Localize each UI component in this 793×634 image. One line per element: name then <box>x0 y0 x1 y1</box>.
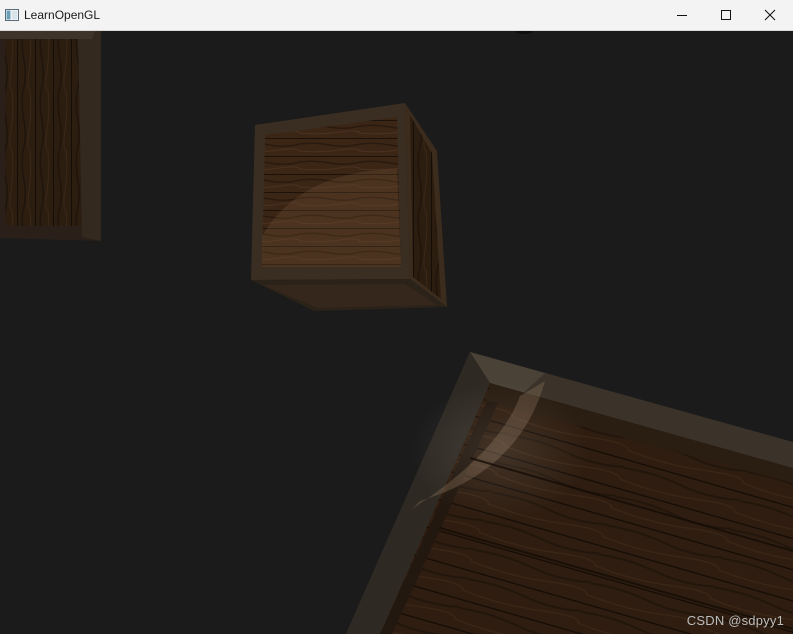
minimize-icon <box>677 15 687 16</box>
crate-top-left <box>0 31 101 241</box>
distant-object <box>515 31 533 34</box>
opengl-viewport[interactable]: CSDN @sdpyy1 <box>0 31 793 634</box>
close-icon <box>764 9 776 21</box>
minimize-button[interactable] <box>659 0 705 30</box>
watermark-text: CSDN @sdpyy1 <box>686 613 784 628</box>
crate-large-bottom-right <box>346 352 793 634</box>
maximize-button[interactable] <box>703 0 749 30</box>
app-icon <box>5 8 19 22</box>
crate-middle <box>251 103 447 311</box>
window-titlebar: LearnOpenGL <box>0 0 793 31</box>
maximize-icon <box>721 10 731 20</box>
window-title: LearnOpenGL <box>24 8 101 22</box>
close-button[interactable] <box>747 0 793 30</box>
scene-canvas <box>0 31 793 634</box>
